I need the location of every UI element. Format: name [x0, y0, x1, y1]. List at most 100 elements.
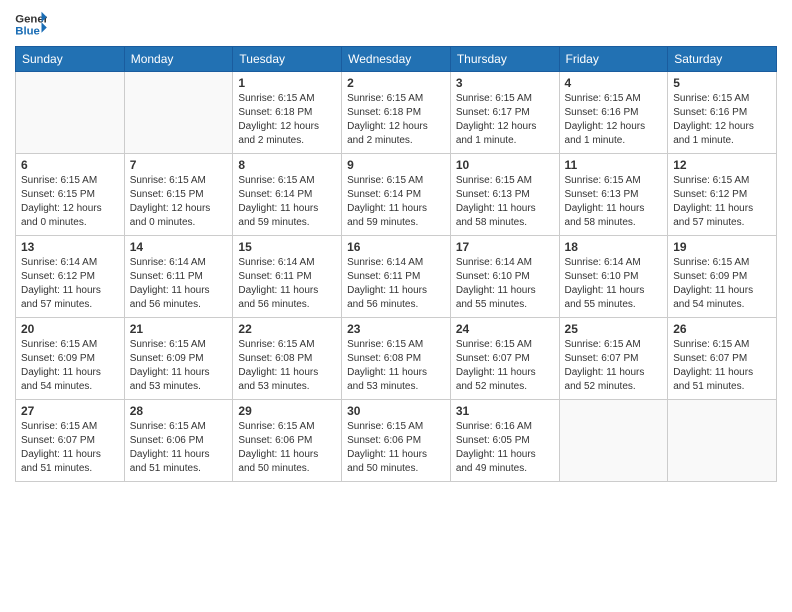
- logo-icon: General Blue: [15, 10, 47, 38]
- day-number: 24: [456, 322, 554, 336]
- day-info: Sunrise: 6:15 AMSunset: 6:18 PMDaylight:…: [238, 92, 336, 148]
- calendar-cell: 24 Sunrise: 6:15 AMSunset: 6:07 PMDayligh…: [450, 318, 559, 400]
- day-info: Sunrise: 6:16 AMSunset: 6:05 PMDaylight:…: [456, 420, 554, 476]
- svg-text:Blue: Blue: [15, 26, 40, 38]
- calendar-cell: 5 Sunrise: 6:15 AMSunset: 6:16 PMDaylight…: [668, 72, 777, 154]
- day-info: Sunrise: 6:14 AMSunset: 6:10 PMDaylight:…: [565, 256, 663, 312]
- calendar-cell: 2 Sunrise: 6:15 AMSunset: 6:18 PMDaylight…: [342, 72, 451, 154]
- calendar-cell: [124, 72, 233, 154]
- calendar-cell: 19Sunrise: 6:15 AMSunset: 6:09 PMDayligh…: [668, 236, 777, 318]
- weekday-header-row: SundayMondayTuesdayWednesdayThursdayFrid…: [16, 47, 777, 72]
- calendar-cell: 7 Sunrise: 6:15 AMSunset: 6:15 PMDaylight…: [124, 154, 233, 236]
- calendar-cell: 11Sunrise: 6:15 AMSunset: 6:13 PMDayligh…: [559, 154, 668, 236]
- day-number: 25: [565, 322, 663, 336]
- day-info: Sunrise: 6:15 AMSunset: 6:13 PMDaylight:…: [456, 174, 554, 230]
- weekday-label: Monday: [124, 47, 233, 72]
- day-info: Sunrise: 6:15 AMSunset: 6:18 PMDaylight:…: [347, 92, 445, 148]
- day-info: Sunrise: 6:15 AMSunset: 6:13 PMDaylight:…: [565, 174, 663, 230]
- day-number: 5: [673, 76, 771, 90]
- calendar-week-row: 1Sunrise: 6:15 AMSunset: 6:18 PMDaylight…: [16, 72, 777, 154]
- day-info: Sunrise: 6:14 AMSunset: 6:10 PMDaylight:…: [456, 256, 554, 312]
- calendar-table: SundayMondayTuesdayWednesdayThursdayFrid…: [15, 46, 777, 482]
- day-info: Sunrise: 6:14 AMSunset: 6:11 PMDaylight:…: [238, 256, 336, 312]
- logo: General Blue: [15, 10, 47, 38]
- calendar-cell: 23Sunrise: 6:15 AMSunset: 6:08 PMDayligh…: [342, 318, 451, 400]
- calendar-cell: [559, 400, 668, 482]
- day-number: 26: [673, 322, 771, 336]
- calendar-cell: 10 Sunrise: 6:15 AMSunset: 6:13 PMDayligh…: [450, 154, 559, 236]
- day-info: Sunrise: 6:15 AMSunset: 6:15 PMDaylight:…: [21, 174, 119, 230]
- calendar-cell: 12Sunrise: 6:15 AMSunset: 6:12 PMDayligh…: [668, 154, 777, 236]
- calendar-cell: 28Sunrise: 6:15 AMSunset: 6:06 PMDayligh…: [124, 400, 233, 482]
- weekday-label: Friday: [559, 47, 668, 72]
- calendar-week-row: 27 Sunrise: 6:15 AMSunset: 6:07 PMDayligh…: [16, 400, 777, 482]
- calendar-cell: [668, 400, 777, 482]
- day-number: 21: [130, 322, 228, 336]
- day-info: Sunrise: 6:15 AMSunset: 6:07 PMDaylight:…: [565, 338, 663, 394]
- day-info: Sunrise: 6:15 AMSunset: 6:07 PMDaylight:…: [21, 420, 119, 476]
- day-info: Sunrise: 6:15 AMSunset: 6:12 PMDaylight:…: [673, 174, 771, 230]
- day-info: Sunrise: 6:14 AMSunset: 6:11 PMDaylight:…: [130, 256, 228, 312]
- day-info: Sunrise: 6:15 AMSunset: 6:17 PMDaylight:…: [456, 92, 554, 148]
- weekday-label: Sunday: [16, 47, 125, 72]
- calendar-cell: 8 Sunrise: 6:15 AMSunset: 6:14 PMDaylight…: [233, 154, 342, 236]
- calendar-cell: 6 Sunrise: 6:15 AMSunset: 6:15 PMDaylight…: [16, 154, 125, 236]
- day-number: 8: [238, 158, 336, 172]
- day-number: 3: [456, 76, 554, 90]
- day-info: Sunrise: 6:15 AMSunset: 6:06 PMDaylight:…: [130, 420, 228, 476]
- calendar-week-row: 20 Sunrise: 6:15 AMSunset: 6:09 PMDayligh…: [16, 318, 777, 400]
- calendar-cell: 29 Sunrise: 6:15 AMSunset: 6:06 PMDayligh…: [233, 400, 342, 482]
- day-number: 14: [130, 240, 228, 254]
- calendar-cell: [16, 72, 125, 154]
- day-info: Sunrise: 6:15 AMSunset: 6:06 PMDaylight:…: [238, 420, 336, 476]
- day-info: Sunrise: 6:15 AMSunset: 6:09 PMDaylight:…: [130, 338, 228, 394]
- day-info: Sunrise: 6:15 AMSunset: 6:14 PMDaylight:…: [347, 174, 445, 230]
- day-number: 7: [130, 158, 228, 172]
- day-number: 31: [456, 404, 554, 418]
- day-number: 22: [238, 322, 336, 336]
- day-number: 20: [21, 322, 119, 336]
- weekday-label: Wednesday: [342, 47, 451, 72]
- day-number: 17: [456, 240, 554, 254]
- calendar-cell: 31 Sunrise: 6:16 AMSunset: 6:05 PMDayligh…: [450, 400, 559, 482]
- day-number: 19: [673, 240, 771, 254]
- day-number: 4: [565, 76, 663, 90]
- calendar-cell: 18 Sunrise: 6:14 AMSunset: 6:10 PMDayligh…: [559, 236, 668, 318]
- calendar-cell: 25 Sunrise: 6:15 AMSunset: 6:07 PMDayligh…: [559, 318, 668, 400]
- day-number: 27: [21, 404, 119, 418]
- calendar-cell: 30 Sunrise: 6:15 AMSunset: 6:06 PMDayligh…: [342, 400, 451, 482]
- day-number: 2: [347, 76, 445, 90]
- day-number: 18: [565, 240, 663, 254]
- day-number: 6: [21, 158, 119, 172]
- calendar-cell: 22Sunrise: 6:15 AMSunset: 6:08 PMDayligh…: [233, 318, 342, 400]
- day-info: Sunrise: 6:15 AMSunset: 6:08 PMDaylight:…: [347, 338, 445, 394]
- day-info: Sunrise: 6:14 AMSunset: 6:11 PMDaylight:…: [347, 256, 445, 312]
- day-number: 15: [238, 240, 336, 254]
- day-info: Sunrise: 6:15 AMSunset: 6:07 PMDaylight:…: [456, 338, 554, 394]
- day-info: Sunrise: 6:15 AMSunset: 6:14 PMDaylight:…: [238, 174, 336, 230]
- day-info: Sunrise: 6:15 AMSunset: 6:06 PMDaylight:…: [347, 420, 445, 476]
- weekday-label: Saturday: [668, 47, 777, 72]
- calendar-page: General Blue SundayMondayTuesdayWednesda…: [0, 0, 792, 612]
- day-number: 29: [238, 404, 336, 418]
- day-info: Sunrise: 6:15 AMSunset: 6:16 PMDaylight:…: [565, 92, 663, 148]
- calendar-cell: 17 Sunrise: 6:14 AMSunset: 6:10 PMDayligh…: [450, 236, 559, 318]
- day-info: Sunrise: 6:15 AMSunset: 6:15 PMDaylight:…: [130, 174, 228, 230]
- calendar-cell: 15 Sunrise: 6:14 AMSunset: 6:11 PMDayligh…: [233, 236, 342, 318]
- day-info: Sunrise: 6:15 AMSunset: 6:07 PMDaylight:…: [673, 338, 771, 394]
- day-info: Sunrise: 6:15 AMSunset: 6:16 PMDaylight:…: [673, 92, 771, 148]
- calendar-cell: 16Sunrise: 6:14 AMSunset: 6:11 PMDayligh…: [342, 236, 451, 318]
- calendar-cell: 4 Sunrise: 6:15 AMSunset: 6:16 PMDaylight…: [559, 72, 668, 154]
- calendar-cell: 21 Sunrise: 6:15 AMSunset: 6:09 PMDayligh…: [124, 318, 233, 400]
- calendar-cell: 13Sunrise: 6:14 AMSunset: 6:12 PMDayligh…: [16, 236, 125, 318]
- calendar-cell: 26 Sunrise: 6:15 AMSunset: 6:07 PMDayligh…: [668, 318, 777, 400]
- day-number: 30: [347, 404, 445, 418]
- day-number: 10: [456, 158, 554, 172]
- calendar-body: 1Sunrise: 6:15 AMSunset: 6:18 PMDaylight…: [16, 72, 777, 482]
- day-info: Sunrise: 6:14 AMSunset: 6:12 PMDaylight:…: [21, 256, 119, 312]
- calendar-cell: 14 Sunrise: 6:14 AMSunset: 6:11 PMDayligh…: [124, 236, 233, 318]
- calendar-cell: 3 Sunrise: 6:15 AMSunset: 6:17 PMDaylight…: [450, 72, 559, 154]
- calendar-week-row: 6 Sunrise: 6:15 AMSunset: 6:15 PMDaylight…: [16, 154, 777, 236]
- day-number: 9: [347, 158, 445, 172]
- calendar-week-row: 13Sunrise: 6:14 AMSunset: 6:12 PMDayligh…: [16, 236, 777, 318]
